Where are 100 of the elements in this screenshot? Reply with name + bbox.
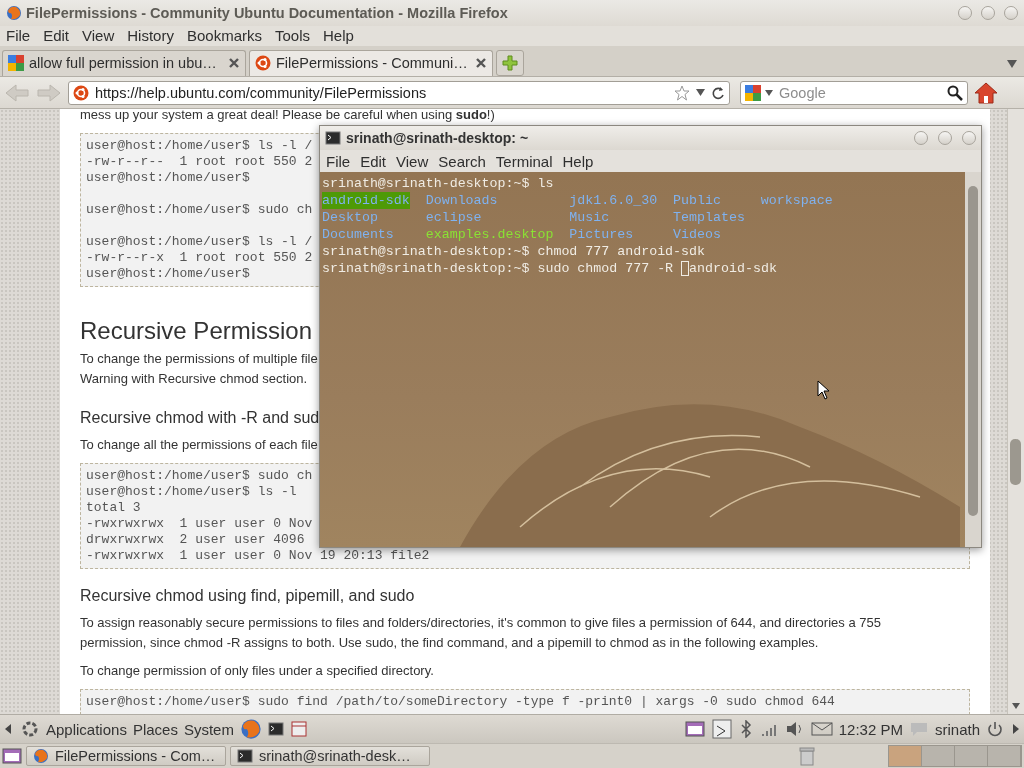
taskbar-button[interactable]: srinath@srinath-desk…	[230, 746, 430, 767]
mouse-pointer-icon	[817, 380, 831, 400]
taskbar-button[interactable]: FilePermissions - Com…	[26, 746, 226, 767]
menu-item[interactable]: Help	[562, 152, 594, 170]
section-heading: Recursive Permission	[80, 317, 313, 346]
subsection-heading: Recursive chmod using find, pipemill, and sudo	[80, 587, 415, 606]
terminal-line: srinath@srinath-desktop:~$ ls	[322, 175, 555, 192]
paragraph: To change the permissions of multiple file Warning with Recursive chmod section.	[80, 350, 318, 389]
menu-item[interactable]: Edit	[360, 152, 387, 170]
menu-item[interactable]: Tools	[275, 27, 310, 45]
reload-icon	[711, 85, 725, 100]
code-line: -rw-r--r-- 1 root root 550 2	[86, 154, 313, 171]
panel-menu[interactable]: Applications	[46, 720, 127, 738]
file-entry: android-sdk	[322, 192, 410, 209]
code-line: user@host:/home/user$ ls -l	[86, 484, 297, 501]
panel-menu[interactable]: Places	[132, 720, 178, 738]
caret-icon	[696, 89, 705, 96]
terminal-icon	[237, 748, 253, 765]
file-entry: Public	[673, 192, 721, 209]
globe-icon	[239, 718, 262, 741]
code-line: -rw-r--r-x 1 root root 550 2	[86, 250, 313, 267]
file-entry: Music	[569, 209, 610, 226]
home-button[interactable]	[974, 80, 998, 105]
menu-item[interactable]: View	[396, 152, 429, 170]
scrollbar[interactable]	[1007, 109, 1024, 715]
code-line: -rwxrwxrwx 1 user user 0 Nov	[86, 516, 313, 533]
globe-icon	[6, 4, 22, 21]
menu-item[interactable]: File	[326, 152, 351, 170]
forward-button[interactable]	[36, 82, 62, 103]
close-button[interactable]	[962, 131, 976, 145]
code-line: user@host:/home/user$ sudo find /path/to/someDirectory -type f -print0 | xargs -0 sudo chmod 644	[86, 694, 835, 711]
code-line: user@host:/home/user$ ls -l /	[86, 234, 313, 251]
code-line: -rwxrwxrwx 1 user user 0 Nov 19 20:13 file2	[86, 548, 430, 565]
menu-item[interactable]: History	[127, 27, 174, 45]
panel-menu[interactable]: System	[183, 720, 234, 738]
scrollbar-thumb[interactable]	[968, 186, 978, 516]
terminal-scrollbar[interactable]	[965, 172, 981, 547]
close-icon	[475, 57, 487, 70]
menu-item[interactable]: File	[6, 27, 31, 45]
code-line: user@host:/home/user$	[86, 266, 250, 283]
power-icon	[986, 720, 1004, 739]
star-icon	[674, 84, 690, 101]
clock[interactable]: 12:32 PM	[838, 720, 903, 738]
tab-title: FilePermissions - Communi…	[276, 55, 469, 72]
subsection-heading: Recursive chmod with -R and sud	[80, 409, 320, 428]
file-entry: Documents	[322, 226, 394, 243]
file-entry: Pictures	[569, 226, 634, 243]
close-button[interactable]	[1004, 5, 1018, 20]
menu-item[interactable]: Edit	[43, 27, 70, 45]
window-label: srinath@srinath-desk…	[259, 748, 411, 765]
terminal-icon	[267, 721, 284, 738]
ubuntu-logo-icon	[255, 55, 271, 72]
terminal-icon	[325, 130, 341, 146]
paragraph: To change all the permissions of each file	[80, 436, 318, 455]
maximize-button[interactable]	[981, 5, 995, 20]
back-arrow-icon	[4, 82, 30, 103]
google-logo-icon	[745, 84, 761, 101]
workspace-switcher[interactable]	[888, 745, 1022, 768]
code-line: user@host:/home/user$	[86, 170, 250, 187]
browser-tab[interactable]: allow full permission in ubu…	[2, 49, 246, 76]
menu-item[interactable]: Search	[438, 152, 486, 170]
back-button[interactable]	[4, 82, 30, 103]
code-line: user@host:/home/user$ ls -l /	[86, 138, 313, 155]
search-field[interactable]: Google	[740, 80, 968, 105]
menu-item[interactable]: Bookmarks	[186, 27, 262, 45]
minimize-button[interactable]	[914, 131, 928, 145]
window-icon	[684, 720, 705, 739]
scroll-down-icon	[1012, 703, 1020, 710]
caret-icon	[765, 89, 773, 96]
file-entry: examples.desktop	[425, 226, 554, 243]
window-title: FilePermissions - Community Ubuntu Documentation - Mozilla Firefox	[26, 4, 509, 21]
show-desktop-icon	[2, 747, 22, 766]
window-label: FilePermissions - Com…	[55, 748, 216, 765]
code-line: total 3	[86, 500, 141, 517]
minimize-button[interactable]	[958, 5, 972, 20]
user-name[interactable]: srinath	[934, 720, 980, 738]
file-entry: workspace	[760, 192, 833, 209]
code-line: user@host:/home/user$ sudo ch	[86, 468, 313, 485]
url-text: https://help.ubuntu.com/community/FilePermissions	[95, 84, 428, 101]
menu-item[interactable]: Help	[323, 27, 354, 45]
code-line: user@host:/home/user$ sudo ch	[86, 202, 313, 219]
maximize-button[interactable]	[938, 131, 952, 145]
speech-bubble-icon	[908, 720, 929, 739]
terminal-title: srinath@srinath-desktop: ~	[346, 130, 530, 146]
code-line: drwxrwxrwx 2 user user 4096	[86, 532, 305, 549]
address-field[interactable]: https://help.ubuntu.com/community/FilePermissions	[68, 80, 730, 105]
forward-arrow-icon	[36, 82, 62, 103]
globe-icon	[33, 748, 49, 765]
browser-tab[interactable]: FilePermissions - Communi…	[249, 49, 493, 76]
file-entry: Desktop	[322, 209, 378, 226]
menu-item[interactable]: Terminal	[495, 152, 553, 170]
bluetooth-icon	[738, 720, 753, 739]
plus-icon	[502, 54, 518, 71]
new-tab-button[interactable]	[496, 49, 524, 76]
file-entry: Videos	[673, 226, 721, 243]
file-entry: jdk1.6.0_30	[569, 192, 658, 209]
scrollbar-thumb[interactable]	[1010, 439, 1021, 486]
menu-item[interactable]: View	[82, 27, 115, 45]
terminal-line: srinath@srinath-desktop:~$ sudo chmod 777 -R android-sdk	[322, 260, 778, 277]
envelope-icon	[810, 721, 833, 738]
